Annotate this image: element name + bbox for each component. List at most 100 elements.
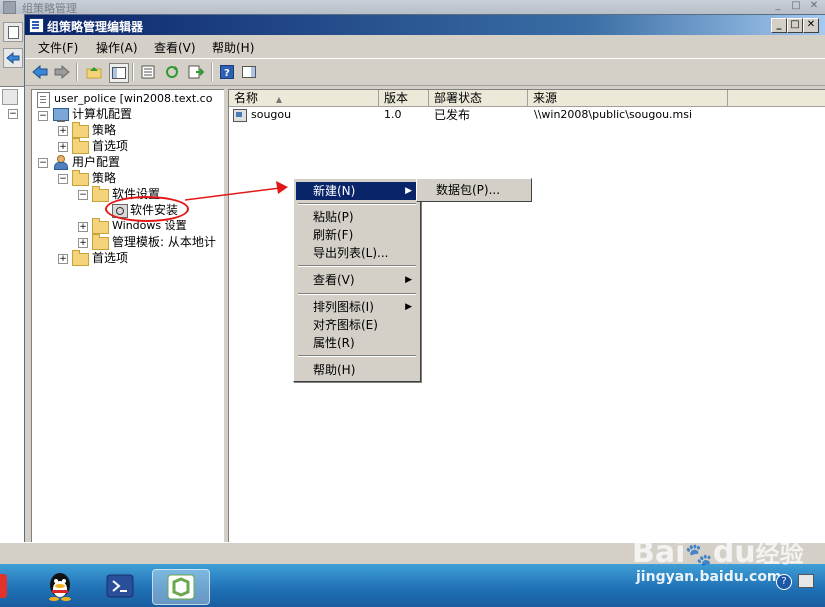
keyboard-tray-icon[interactable] [798, 574, 814, 588]
background-doc-icon[interactable] [3, 22, 23, 42]
baidu-jingyan-url: jingyan.baidu.com [636, 569, 782, 585]
gpm-icon [3, 1, 16, 14]
tree-root[interactable]: user_police [win2008.text.co [54, 91, 212, 107]
tree-pane: user_police [win2008.text.co − 计算机配置 + 策… [31, 89, 225, 543]
tree-user-policy[interactable]: 策略 [92, 170, 116, 186]
menu-separator [298, 203, 416, 205]
submenu-new: 数据包(P)... [416, 178, 532, 202]
toolbar-separator [132, 63, 134, 81]
folder-icon [72, 250, 89, 266]
background-tree-pane: − [0, 86, 24, 557]
svg-text:?: ? [224, 68, 230, 79]
maximize-button[interactable]: □ [787, 18, 803, 33]
menu-help[interactable]: 帮助(H) [212, 39, 254, 56]
msi-package-icon [233, 109, 247, 122]
expander-admin-templates[interactable]: + [78, 238, 88, 248]
tree-computer-config[interactable]: 计算机配置 [72, 106, 132, 122]
menu-separator [298, 265, 416, 267]
menu-item-line-up-icons[interactable]: 对齐图标(E) [296, 316, 418, 334]
up-folder-icon[interactable] [85, 63, 103, 81]
expander-software-settings[interactable]: − [78, 190, 88, 200]
tree-admin-templates[interactable]: 管理模板: 从本地计 [112, 234, 216, 250]
menu-file[interactable]: 文件(F) [38, 39, 78, 56]
qq-icon[interactable] [32, 569, 88, 603]
table-row[interactable]: sougou 1.0 已发布 \\win2008\public\sougou.m… [229, 107, 825, 123]
outer-minimize-button[interactable]: _ [770, 0, 786, 12]
cell-source: \\win2008\public\sougou.msi [534, 108, 693, 121]
forward-icon[interactable] [53, 63, 71, 81]
gp-editor-window: 组策略管理编辑器 _ □ ✕ 文件(F) 操作(A) 查看(V) 帮助(H) ?… [24, 14, 825, 544]
powershell-icon[interactable] [92, 569, 148, 603]
background-tree-doc-icon [2, 89, 18, 105]
menu-item-refresh[interactable]: 刷新(F) [296, 226, 418, 244]
tree-computer-preferences[interactable]: 首选项 [92, 138, 128, 154]
tree-user-preferences[interactable]: 首选项 [92, 250, 128, 266]
expander-computer-config[interactable]: − [38, 111, 48, 121]
expander-user-policy[interactable]: − [58, 174, 68, 184]
minimize-button[interactable]: _ [771, 18, 787, 33]
column-status[interactable]: 部署状态 [429, 90, 528, 106]
toolbar-separator [211, 63, 213, 81]
background-window-sidebar: − [0, 14, 25, 557]
menu-item-arrange-icons[interactable]: 排列图标(I) ▶ [296, 298, 418, 316]
folder-icon [72, 138, 89, 154]
baidu-logo: Bai🐾du经验 [632, 535, 804, 570]
folder-icon [72, 122, 89, 138]
menu-separator [298, 355, 416, 357]
menu-item-package[interactable]: 数据包(P)... [419, 181, 527, 199]
sort-arrow-icon: ▲ [275, 95, 282, 104]
menu-item-properties[interactable]: 属性(R) [296, 334, 418, 352]
properties-icon[interactable] [139, 63, 157, 81]
menu-item-new-label: 新建(N) [313, 184, 356, 198]
cell-version: 1.0 [384, 108, 402, 121]
back-icon[interactable] [31, 63, 49, 81]
expander-computer-policy[interactable]: + [58, 126, 68, 136]
menu-item-view-label: 查看(V) [313, 273, 355, 287]
menu-item-new[interactable]: 新建(N) ▶ [296, 182, 418, 200]
cell-name: sougou [251, 108, 292, 121]
menu-item-paste[interactable]: 粘贴(P) [296, 208, 418, 226]
help-icon[interactable]: ? [218, 63, 236, 81]
refresh-icon[interactable] [163, 63, 181, 81]
menu-item-export-list[interactable]: 导出列表(L)... [296, 244, 418, 262]
background-tree-expander[interactable]: − [8, 109, 18, 119]
toolbar: ? [25, 58, 825, 86]
submenu-arrow-icon: ▶ [405, 275, 412, 285]
column-name-label: 名称 [234, 91, 259, 105]
submenu-arrow-icon: ▶ [405, 186, 412, 196]
cell-status: 已发布 [434, 108, 471, 122]
outer-maximize-button[interactable]: □ [788, 0, 804, 12]
help-tray-icon[interactable]: ? [776, 574, 792, 590]
column-source[interactable]: 来源 [528, 90, 728, 106]
menu-view[interactable]: 查看(V) [154, 39, 196, 56]
window-titlebar: 组策略管理编辑器 _ □ ✕ [25, 15, 825, 35]
folder-icon [92, 218, 109, 234]
expander-user-preferences[interactable]: + [58, 254, 68, 264]
menu-separator [298, 293, 416, 295]
expander-user-config[interactable]: − [38, 158, 48, 168]
column-version[interactable]: 版本 [379, 90, 429, 106]
close-button[interactable]: ✕ [803, 18, 819, 33]
toolbar-separator [76, 63, 78, 81]
show-hide-tree-icon[interactable] [109, 63, 129, 83]
menu-item-view[interactable]: 查看(V) ▶ [296, 271, 418, 289]
show-action-pane-icon[interactable] [240, 63, 258, 81]
menubar: 文件(F) 操作(A) 查看(V) 帮助(H) [25, 36, 825, 56]
expander-computer-preferences[interactable]: + [58, 142, 68, 152]
export-list-icon[interactable] [187, 63, 205, 81]
folder-open-icon [92, 186, 109, 202]
expander-windows-settings[interactable]: + [78, 222, 88, 232]
gpo-icon [37, 92, 50, 108]
outer-close-button[interactable]: ✕ [806, 0, 822, 12]
tree-user-config[interactable]: 用户配置 [72, 154, 120, 170]
menu-action[interactable]: 操作(A) [96, 39, 138, 56]
annotation-ellipse [105, 196, 189, 222]
taskbar-app-red-icon[interactable] [0, 569, 14, 603]
menu-item-help[interactable]: 帮助(H) [296, 361, 418, 379]
list-header: 名称 ▲ 版本 部署状态 来源 [229, 90, 825, 107]
column-name[interactable]: 名称 ▲ [229, 90, 379, 106]
user-icon [53, 155, 68, 170]
background-back-icon[interactable] [3, 48, 23, 68]
vsphere-client-icon[interactable] [152, 569, 210, 605]
tree-computer-policy[interactable]: 策略 [92, 122, 116, 138]
